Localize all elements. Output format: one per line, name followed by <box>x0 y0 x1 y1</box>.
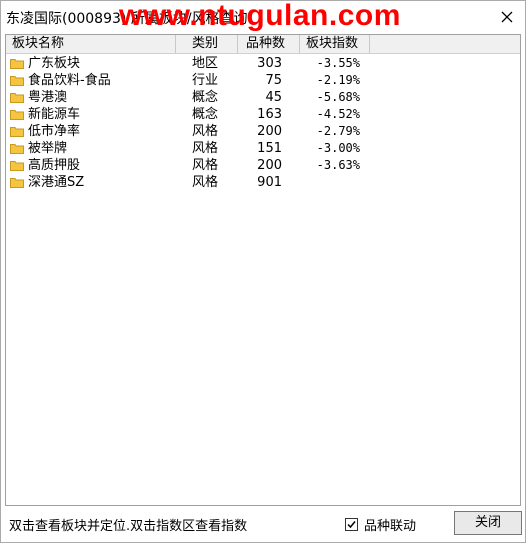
row-category: 风格 <box>192 158 219 173</box>
watermark: www.ntugulan.com <box>119 0 401 32</box>
row-index[interactable]: -2.79% <box>288 123 360 140</box>
row-index[interactable]: -4.52% <box>288 106 360 123</box>
row-count: 163 <box>257 107 282 122</box>
row-index[interactable]: -3.55% <box>288 55 360 72</box>
row-count: 200 <box>257 124 282 139</box>
row-name: 深港通SZ <box>28 175 85 190</box>
row-index[interactable]: -5.68% <box>288 89 360 106</box>
row-index[interactable]: -2.19% <box>288 72 360 89</box>
table-row[interactable]: 粤港澳 概念 45 -5.68% <box>6 89 520 106</box>
row-index[interactable]: -3.63% <box>288 157 360 174</box>
folder-icon <box>10 110 24 120</box>
row-count: 901 <box>257 175 282 190</box>
header-category[interactable]: 类别 <box>176 35 238 53</box>
row-category: 风格 <box>192 124 219 139</box>
sync-checkbox[interactable]: 品种联动 <box>345 515 416 534</box>
row-count: 303 <box>257 56 282 71</box>
header-name[interactable]: 板块名称 <box>6 35 176 53</box>
sector-list[interactable]: 板块名称 类别 品种数 板块指数 广东板块 地区 303 -3.55% 食品饮料… <box>5 34 521 506</box>
row-category: 地区 <box>192 56 219 71</box>
row-count: 75 <box>265 73 282 88</box>
check-icon <box>347 521 356 529</box>
row-category: 风格 <box>192 175 219 190</box>
table-row[interactable]: 深港通SZ 风格 901 <box>6 174 520 191</box>
checkbox-label: 品种联动 <box>364 519 417 534</box>
row-name: 被举牌 <box>28 141 68 156</box>
row-name: 低市净率 <box>28 124 81 139</box>
table-row[interactable]: 新能源车 概念 163 -4.52% <box>6 106 520 123</box>
close-icon <box>501 11 513 23</box>
row-name: 新能源车 <box>28 107 81 122</box>
row-name: 食品饮料-食品 <box>28 73 111 88</box>
folder-icon <box>10 76 24 86</box>
close-button[interactable]: 关闭 <box>454 511 522 535</box>
status-hint: 双击查看板块并定位.双击指数区查看指数 <box>9 519 248 534</box>
header-index[interactable]: 板块指数 <box>300 35 370 53</box>
row-category: 概念 <box>192 107 219 122</box>
checkbox-box[interactable] <box>345 518 358 531</box>
folder-icon <box>10 127 24 137</box>
row-category: 行业 <box>192 73 219 88</box>
window-close-button[interactable] <box>489 1 525 33</box>
folder-icon <box>10 161 24 171</box>
folder-icon <box>10 59 24 69</box>
list-header: 板块名称 类别 品种数 板块指数 <box>6 35 520 54</box>
row-count: 200 <box>257 158 282 173</box>
row-index[interactable]: -3.00% <box>288 140 360 157</box>
folder-icon <box>10 93 24 103</box>
folder-icon <box>10 178 24 188</box>
table-row[interactable]: 低市净率 风格 200 -2.79% <box>6 123 520 140</box>
folder-icon <box>10 144 24 154</box>
table-row[interactable]: 食品饮料-食品 行业 75 -2.19% <box>6 72 520 89</box>
table-row[interactable]: 广东板块 地区 303 -3.55% <box>6 55 520 72</box>
header-count[interactable]: 品种数 <box>238 35 300 53</box>
table-row[interactable]: 被举牌 风格 151 -3.00% <box>6 140 520 157</box>
table-row[interactable]: 高质押股 风格 200 -3.63% <box>6 157 520 174</box>
list-rows: 广东板块 地区 303 -3.55% 食品饮料-食品 行业 75 -2.19% … <box>6 55 520 191</box>
row-name: 高质押股 <box>28 158 81 173</box>
title-bar[interactable]: 东凌国际(000893) 所属板块/风格查询 www.ntugulan.com <box>1 0 525 33</box>
row-name: 粤港澳 <box>28 90 68 105</box>
row-count: 45 <box>265 90 282 105</box>
row-category: 风格 <box>192 141 219 156</box>
row-count: 151 <box>257 141 282 156</box>
row-category: 概念 <box>192 90 219 105</box>
dialog-window: 东凌国际(000893) 所属板块/风格查询 www.ntugulan.com … <box>0 0 526 543</box>
row-name: 广东板块 <box>28 56 81 71</box>
